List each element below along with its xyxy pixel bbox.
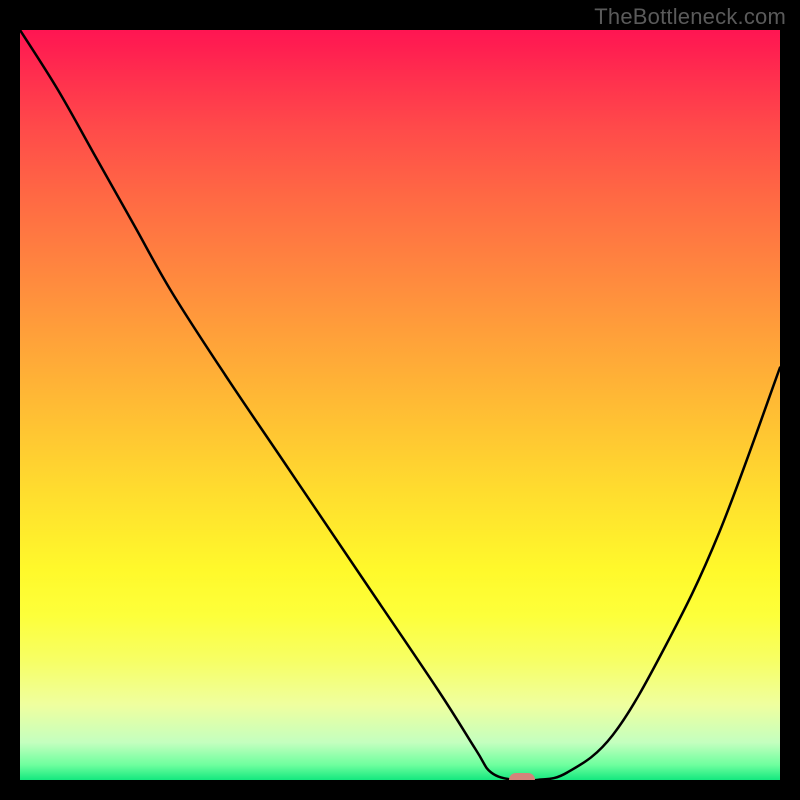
optimal-marker — [509, 773, 535, 780]
chart-container: TheBottleneck.com — [0, 0, 800, 800]
plot-area — [20, 30, 780, 780]
watermark-text: TheBottleneck.com — [594, 4, 786, 30]
bottleneck-curve — [20, 30, 780, 780]
curve-svg — [20, 30, 780, 780]
